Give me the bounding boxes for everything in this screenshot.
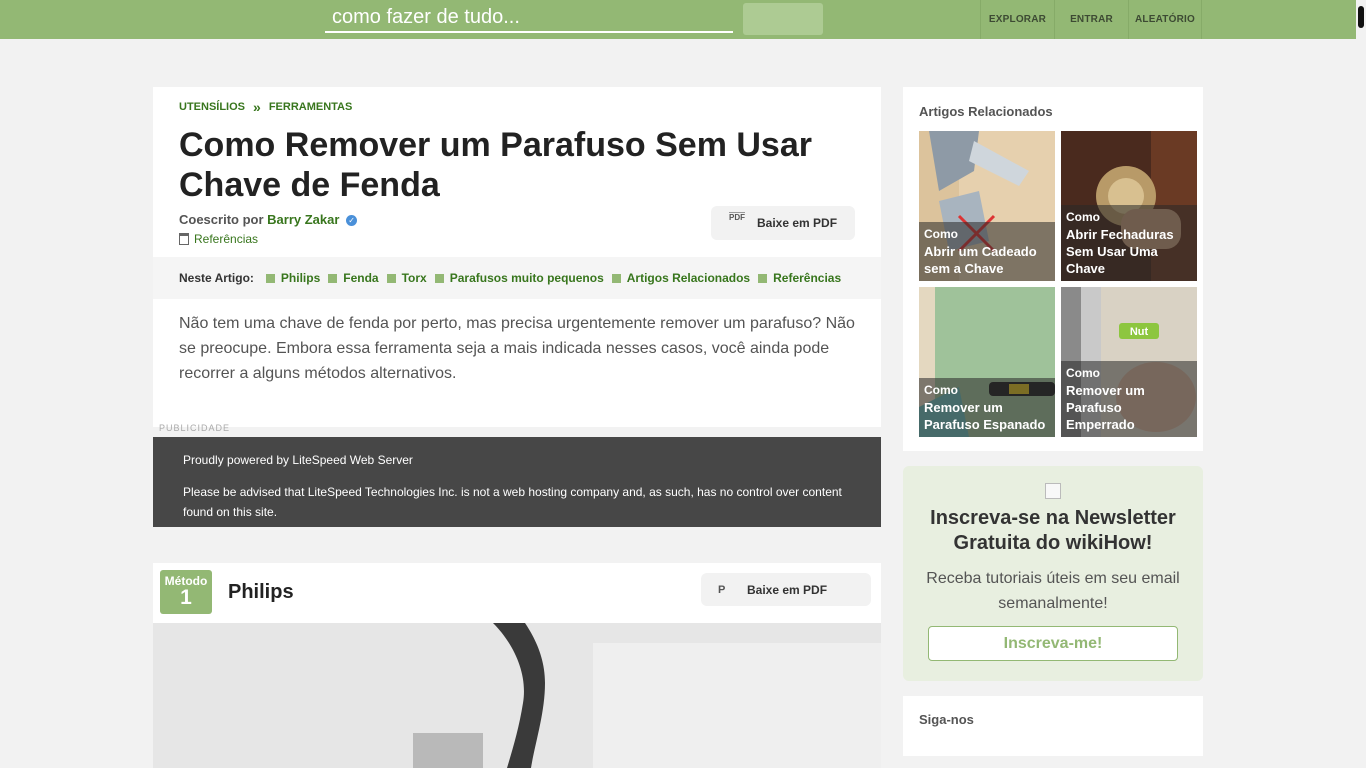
pdf-icon: P	[718, 583, 726, 596]
related-label: Remover um Parafuso Espanado	[924, 400, 1046, 432]
byline: Coescrito por Barry Zakar ✓	[179, 212, 358, 227]
toc-label: Neste Artigo:	[179, 271, 254, 285]
method-badge: Método 1	[160, 570, 212, 614]
method-header: Método 1 Philips P Baixe em PDF	[153, 563, 881, 623]
follow-title: Siga-nos	[919, 712, 974, 727]
toc-item-torx[interactable]: Torx	[386, 271, 427, 285]
toc-item-philips[interactable]: Philips	[265, 271, 321, 285]
breadcrumb-utensilios[interactable]: UTENSÍLIOS	[179, 101, 245, 113]
related-caption: Como Remover um Parafuso Emperrado	[1061, 361, 1197, 437]
related-article-4[interactable]: Nut Como Remover um Parafuso Emperrado	[1061, 287, 1197, 437]
verified-check-icon: ✓	[346, 215, 358, 227]
nav-entrar[interactable]: ENTRAR	[1054, 0, 1128, 39]
ad-line-2: Please be advised that LiteSpeed Technol…	[183, 485, 842, 519]
method-number: 1	[180, 586, 192, 609]
byline-prefix: Coescrito por	[179, 212, 264, 227]
newsletter-signup: Inscreva-se na Newsletter Gratuita do wi…	[903, 466, 1203, 681]
nav-aleatorio[interactable]: ALEATÓRIO	[1128, 0, 1202, 39]
toc-bullet-icon	[386, 273, 396, 283]
related-label: Remover um Parafuso Emperrado	[1066, 383, 1145, 432]
breadcrumb-ferramentas[interactable]: FERRAMENTAS	[269, 101, 353, 113]
related-articles: Artigos Relacionados Como Abrir um Cadea…	[903, 87, 1203, 451]
toc-bullet-icon	[328, 273, 338, 283]
document-icon	[179, 233, 189, 245]
toc-item-referencias[interactable]: Referências	[758, 271, 841, 285]
breadcrumb: UTENSÍLIOS » FERRAMENTAS	[179, 99, 352, 115]
pdf-icon: PDF	[729, 212, 745, 234]
search-input[interactable]	[325, 4, 733, 31]
page-scrollbar[interactable]	[1356, 0, 1366, 768]
toc-item-label: Torx	[401, 271, 427, 285]
method-title: Philips	[228, 581, 294, 603]
toc-bullet-icon	[265, 273, 275, 283]
toc-item-parafusos-pequenos[interactable]: Parafusos muito pequenos	[434, 271, 604, 285]
ad-box: Proudly powered by LiteSpeed Web Server …	[153, 437, 881, 527]
toc-item-label: Parafusos muito pequenos	[449, 271, 604, 285]
related-caption: Como Remover um Parafuso Espanado	[919, 378, 1055, 437]
download-pdf-label: Baixe em PDF	[757, 216, 838, 230]
related-caption: Como Abrir um Cadeado sem a Chave	[919, 222, 1055, 281]
method-step-image	[153, 623, 881, 768]
toc-item-label: Philips	[280, 271, 321, 285]
related-article-1[interactable]: Como Abrir um Cadeado sem a Chave	[919, 131, 1055, 281]
method-download-pdf-button[interactable]: P Baixe em PDF	[701, 573, 871, 606]
toc-bullet-icon	[758, 273, 768, 283]
related-prefix: Como	[924, 227, 958, 241]
related-label: Abrir um Cadeado sem a Chave	[924, 244, 1037, 276]
screwdriver-photo-illustration	[153, 623, 881, 768]
related-prefix: Como	[1066, 210, 1100, 224]
related-title: Artigos Relacionados	[919, 104, 1053, 119]
toc-item-fenda[interactable]: Fenda	[328, 271, 379, 285]
search-button[interactable]	[743, 3, 823, 35]
toc-bullet-icon	[434, 273, 444, 283]
download-pdf-button[interactable]: PDF Baixe em PDF	[711, 206, 855, 240]
related-label: Abrir Fechaduras Sem Usar Uma Chave	[1066, 227, 1174, 276]
nut-label: Nut	[1130, 326, 1149, 338]
top-header: EXPLORAR ENTRAR ALEATÓRIO	[0, 0, 1366, 39]
article-header: UTENSÍLIOS » FERRAMENTAS Como Remover um…	[153, 87, 881, 433]
article-intro: Não tem uma chave de fenda por perto, ma…	[179, 315, 855, 382]
author-link[interactable]: Barry Zakar	[267, 212, 339, 227]
related-prefix: Como	[1066, 366, 1100, 380]
toc-bullet-icon	[611, 273, 621, 283]
toc-item-label: Fenda	[343, 271, 379, 285]
nav-explorar[interactable]: EXPLORAR	[980, 0, 1054, 39]
ad-label: PUBLICIDADE	[159, 423, 231, 433]
related-article-2[interactable]: Como Abrir Fechaduras Sem Usar Uma Chave	[1061, 131, 1197, 281]
related-article-3[interactable]: Como Remover um Parafuso Espanado	[919, 287, 1055, 437]
references-label: Referências	[194, 232, 259, 246]
scrollbar-thumb[interactable]	[1358, 6, 1364, 28]
search-box	[325, 4, 733, 33]
top-nav: EXPLORAR ENTRAR ALEATÓRIO	[980, 0, 1202, 39]
breadcrumb-separator: »	[253, 99, 261, 115]
newsletter-title: Inscreva-se na Newsletter Gratuita do wi…	[930, 507, 1176, 554]
ad-line-1: Proudly powered by LiteSpeed Web Server	[183, 453, 413, 467]
page-title: Como Remover um Parafuso Sem Usar Chave …	[179, 126, 812, 204]
toc-item-artigos-relacionados[interactable]: Artigos Relacionados	[611, 271, 751, 285]
references-link[interactable]: Referências	[179, 232, 258, 246]
related-prefix: Como	[924, 383, 958, 397]
newsletter-text: Receba tutoriais úteis em seu email sema…	[926, 570, 1180, 612]
newsletter-subscribe-button[interactable]: Inscreva-me!	[928, 626, 1178, 661]
follow-us: Siga-nos	[903, 696, 1203, 756]
toc-item-label: Referências	[773, 271, 842, 285]
related-caption: Como Abrir Fechaduras Sem Usar Uma Chave	[1061, 205, 1197, 281]
method-download-pdf-label: Baixe em PDF	[747, 582, 828, 597]
table-of-contents: Neste Artigo: Philips Fenda Torx Parafus…	[153, 257, 881, 299]
newsletter-image-icon	[1045, 483, 1061, 499]
toc-item-label: Artigos Relacionados	[626, 271, 751, 285]
